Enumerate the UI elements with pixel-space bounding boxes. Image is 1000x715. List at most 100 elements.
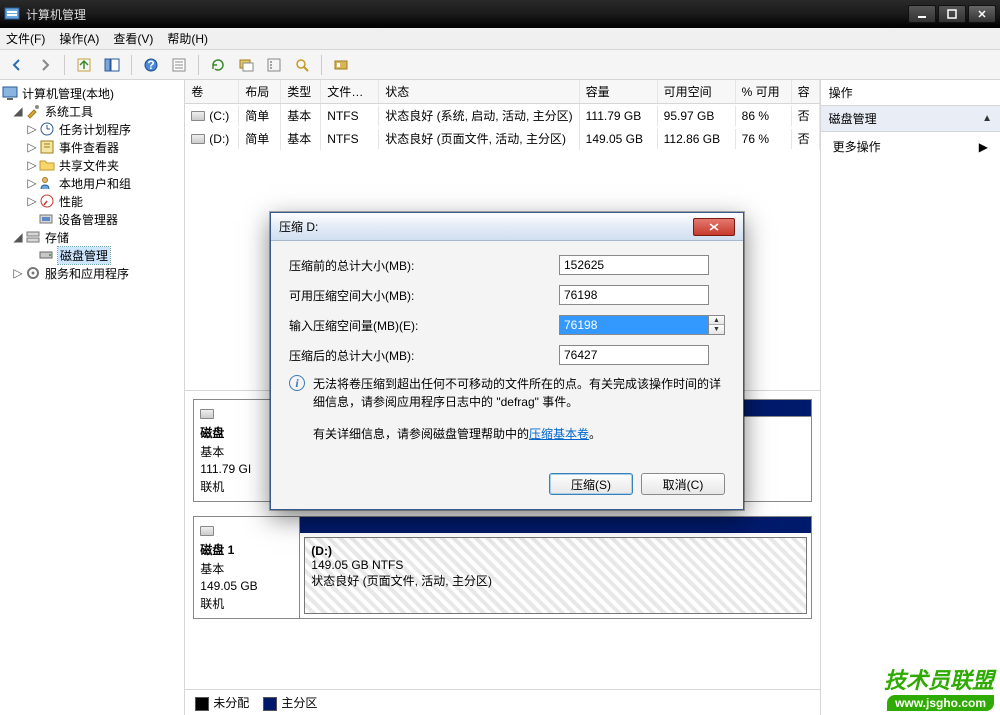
shrink-button[interactable]: 压缩(S) [549,473,633,495]
tree-localusers[interactable]: ▷ 本地用户和组 [2,174,182,192]
col-layout[interactable]: 布局 [239,80,281,103]
expand-icon[interactable]: ▷ [26,195,38,207]
col-percent[interactable]: % 可用 [736,80,792,103]
dialog-title: 压缩 D: [279,218,693,235]
tree-systools[interactable]: ◢ 系统工具 [2,102,182,120]
col-capacity[interactable]: 容量 [580,80,658,103]
menu-help[interactable]: 帮助(H) [167,30,208,47]
spin-down-icon[interactable]: ▼ [709,325,724,334]
menu-file[interactable]: 文件(F) [6,30,45,47]
drive-icon [191,134,205,144]
users-icon [39,175,55,191]
tree-storage[interactable]: ◢ 存储 [2,228,182,246]
event-icon [39,139,55,155]
col-free[interactable]: 可用空间 [658,80,736,103]
collapse-icon[interactable]: ◢ [12,105,24,117]
minimize-button[interactable] [908,5,936,23]
dialog-titlebar[interactable]: 压缩 D: [271,213,743,241]
extra-button[interactable] [330,54,352,76]
label-size-after: 压缩后的总计大小(MB): [289,347,559,364]
folder-shared-icon [39,157,55,173]
partition[interactable]: (D:) 149.05 GB NTFS 状态良好 (页面文件, 活动, 主分区) [304,537,806,614]
expand-icon[interactable]: ▷ [12,267,24,279]
forward-button[interactable] [34,54,56,76]
expand-icon[interactable]: ▷ [26,123,38,135]
table-row[interactable]: (C:) 简单 基本 NTFS 状态良好 (系统, 启动, 活动, 主分区) 1… [185,104,819,127]
legend-swatch-unalloc [195,697,209,711]
col-status[interactable]: 状态 [379,80,579,103]
close-button[interactable] [968,5,996,23]
spin-up-icon[interactable]: ▲ [709,316,724,325]
disk-info: 磁盘 1 基本 149.05 GB 联机 [194,517,300,618]
field-shrink-amount[interactable]: 76198 [559,315,709,335]
cancel-button[interactable]: 取消(C) [641,473,725,495]
field-available: 76198 [559,285,709,305]
tree-devicemgr[interactable]: 设备管理器 [2,210,182,228]
label-size-before: 压缩前的总计大小(MB): [289,257,559,274]
info-text-2: 有关详细信息，请参阅磁盘管理帮助中的压缩基本卷。 [313,425,725,443]
col-volume[interactable]: 卷 [185,80,239,103]
expand-icon[interactable]: ▷ [26,159,38,171]
show-hide-tree-button[interactable] [101,54,123,76]
chevron-up-icon: ▲ [982,113,992,124]
chevron-right-icon: ▶ [979,140,988,154]
tree-performance[interactable]: ▷ 性能 [2,192,182,210]
properties-button[interactable] [168,54,190,76]
actions-header: 操作 [821,80,1000,106]
list-view-button[interactable] [263,54,285,76]
storage-icon [25,229,41,245]
dialog-close-button[interactable] [693,218,735,236]
table-header: 卷 布局 类型 文件系统 状态 容量 可用空间 % 可用 容 [185,80,819,104]
shrink-dialog: 压缩 D: 压缩前的总计大小(MB): 152625 可用压缩空间大小(MB):… [270,212,744,510]
label-available: 可用压缩空间大小(MB): [289,287,559,304]
partition-header [300,517,810,533]
spinner-buttons[interactable]: ▲ ▼ [709,315,725,335]
back-button[interactable] [6,54,28,76]
info-icon: i [289,375,305,391]
refresh-button[interactable] [207,54,229,76]
legend: 未分配 主分区 [185,689,819,715]
settings-button[interactable] [235,54,257,76]
collapse-icon[interactable]: ◢ [12,231,24,243]
window-title: 计算机管理 [26,6,908,23]
table-row[interactable]: (D:) 简单 基本 NTFS 状态良好 (页面文件, 活动, 主分区) 149… [185,127,819,150]
tree-diskmgmt[interactable]: 磁盘管理 [2,246,182,264]
actions-more[interactable]: 更多操作 ▶ [821,132,1000,161]
help-button[interactable]: ? [140,54,162,76]
disk-icon [200,523,293,537]
tree-root[interactable]: 计算机管理(本地) [2,84,182,102]
expand-icon[interactable]: ▷ [26,177,38,189]
window-titlebar: 计算机管理 [0,0,1000,28]
label-shrink-amount: 输入压缩空间量(MB)(E): [289,317,559,334]
col-filesystem[interactable]: 文件系统 [321,80,379,103]
clock-icon [39,121,55,137]
col-fault[interactable]: 容 [792,80,820,103]
field-size-after: 76427 [559,345,709,365]
disk-block[interactable]: 磁盘 1 基本 149.05 GB 联机 (D:) 149.05 GB NTFS… [193,516,811,619]
detail-view-button[interactable] [291,54,313,76]
computer-icon [2,85,18,101]
col-type[interactable]: 类型 [281,80,321,103]
services-icon [25,265,41,281]
disk-icon [38,247,54,263]
tree-sharedfolders[interactable]: ▷ 共享文件夹 [2,156,182,174]
actions-section-title[interactable]: 磁盘管理 ▲ [821,106,1000,132]
help-link[interactable]: 压缩基本卷 [529,427,589,441]
watermark: 技术员联盟 www.jsgho.com [884,663,994,711]
tree-services[interactable]: ▷ 服务和应用程序 [2,264,182,282]
up-button[interactable] [73,54,95,76]
tree-scheduler[interactable]: ▷ 任务计划程序 [2,120,182,138]
tree-eventviewer[interactable]: ▷ 事件查看器 [2,138,182,156]
nav-tree[interactable]: 计算机管理(本地) ◢ 系统工具 ▷ 任务计划程序 ▷ 事件查看器 ▷ 共享文件… [0,80,185,715]
field-size-before: 152625 [559,255,709,275]
expand-icon[interactable]: ▷ [26,141,38,153]
actions-panel: 操作 磁盘管理 ▲ 更多操作 ▶ [821,80,1000,715]
menu-action[interactable]: 操作(A) [59,30,99,47]
device-icon [38,211,54,227]
performance-icon [39,193,55,209]
menu-view[interactable]: 查看(V) [113,30,153,47]
info-text: 无法将卷压缩到超出任何不可移动的文件所在的点。有关完成该操作时间的详细信息，请参… [313,375,725,411]
legend-swatch-primary [263,697,277,711]
maximize-button[interactable] [938,5,966,23]
svg-text:?: ? [147,58,154,72]
